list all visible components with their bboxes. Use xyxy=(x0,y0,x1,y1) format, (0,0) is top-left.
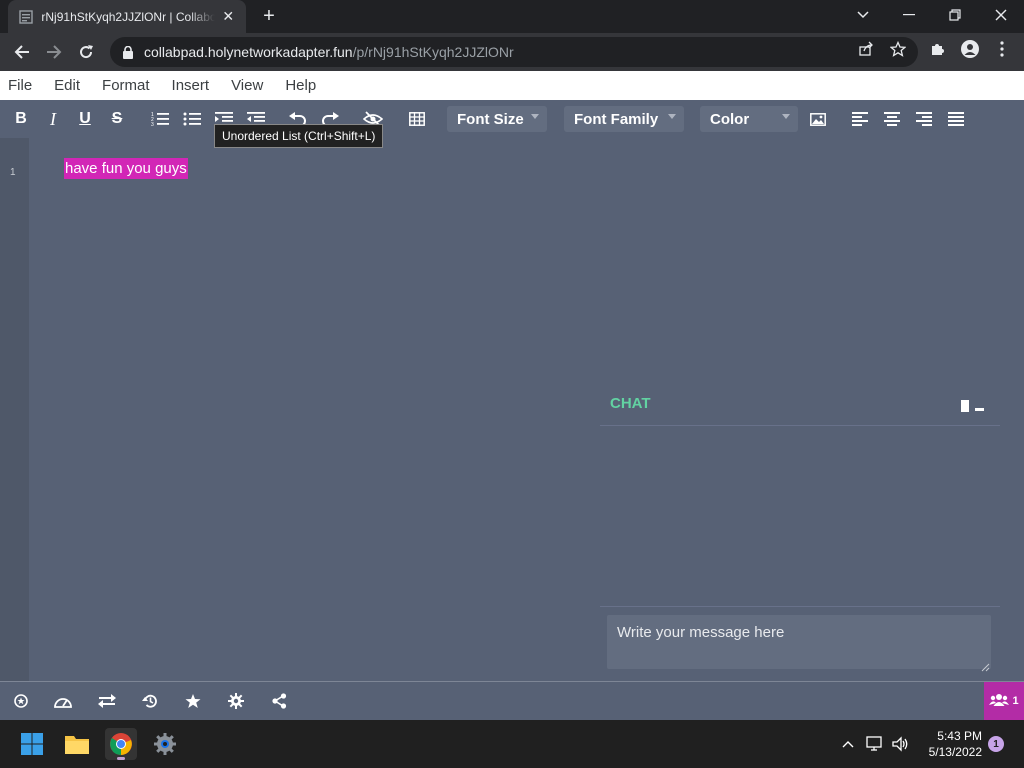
menu-view[interactable]: View xyxy=(231,77,263,94)
network-icon[interactable] xyxy=(865,734,885,754)
browser-menu-icon[interactable] xyxy=(993,40,1011,58)
tab-title: rNj91hStKyqh2JJZlONr | Collabor xyxy=(41,9,215,24)
app-menubar: File Edit Format Insert View Help xyxy=(0,71,1024,100)
chat-divider xyxy=(600,606,1000,607)
system-clock[interactable]: 5:43 PM 5/13/2022 xyxy=(918,728,982,760)
extensions-puzzle-icon[interactable] xyxy=(929,40,947,58)
settings-app-icon[interactable] xyxy=(149,728,181,760)
unordered-list-icon[interactable] xyxy=(181,108,203,130)
chat-title: CHAT xyxy=(610,395,651,412)
chat-message-input[interactable] xyxy=(607,615,991,669)
menu-file[interactable]: File xyxy=(8,77,32,94)
profile-avatar-icon[interactable] xyxy=(961,40,979,58)
url-path: /p/rNj91hStKyqh2JJZlONr xyxy=(352,44,514,60)
windows-start-icon[interactable] xyxy=(16,728,48,760)
menu-format[interactable]: Format xyxy=(102,77,150,94)
dashboard-gauge-icon[interactable] xyxy=(52,691,74,711)
underline-button[interactable]: U xyxy=(74,108,96,130)
font-family-dropdown[interactable]: Font Family xyxy=(564,106,684,132)
notification-badge[interactable]: 1 xyxy=(988,736,1004,752)
svg-text:3: 3 xyxy=(151,122,154,127)
menu-insert[interactable]: Insert xyxy=(172,77,210,94)
editor-toolbar: B I U S 123 Font Size Font Family Color xyxy=(0,100,1024,138)
font-family-label: Font Family xyxy=(574,110,659,128)
users-count: 1 xyxy=(1012,695,1019,707)
italic-button[interactable]: I xyxy=(42,108,64,130)
star-icon[interactable] xyxy=(182,691,204,711)
history-icon[interactable] xyxy=(139,691,161,711)
file-explorer-icon[interactable] xyxy=(61,728,93,760)
unordered-list-tooltip: Unordered List (Ctrl+Shift+L) xyxy=(214,124,384,148)
browser-toolbar: collabpad.holynetworkadapter.fun/p/rNj91… xyxy=(0,33,1024,71)
color-label: Color xyxy=(710,110,750,128)
windows-taskbar: 5:43 PM 5/13/2022 xyxy=(0,720,1024,768)
forward-arrow-icon[interactable] xyxy=(40,38,68,66)
users-icon xyxy=(989,693,1010,710)
chat-stick-icon[interactable] xyxy=(961,399,969,417)
browser-tab[interactable]: rNj91hStKyqh2JJZlONr | Collabor ✕ xyxy=(8,0,246,33)
font-size-dropdown[interactable]: Font Size xyxy=(447,106,547,132)
menu-help[interactable]: Help xyxy=(285,77,316,94)
resize-handle-icon[interactable] xyxy=(980,659,990,672)
restore-window-icon[interactable] xyxy=(932,0,978,30)
share-icon[interactable] xyxy=(857,40,875,58)
import-export-icon[interactable] xyxy=(10,691,32,711)
clock-date: 5/13/2022 xyxy=(928,745,982,759)
active-app-indicator xyxy=(117,757,125,760)
address-bar[interactable]: collabpad.holynetworkadapter.fun/p/rNj91… xyxy=(110,37,918,67)
users-button[interactable]: 1 xyxy=(984,682,1024,720)
share-nodes-icon[interactable] xyxy=(268,691,290,711)
close-window-icon[interactable] xyxy=(978,0,1024,30)
bookmark-star-icon[interactable] xyxy=(889,40,907,58)
page-favicon-icon xyxy=(18,9,33,25)
line-number: 1 xyxy=(10,167,16,178)
bold-button[interactable]: B xyxy=(10,108,32,130)
settings-gear-icon[interactable] xyxy=(225,691,247,711)
minimize-window-icon[interactable] xyxy=(886,0,932,30)
align-justify-icon[interactable] xyxy=(945,108,967,130)
reload-icon[interactable] xyxy=(72,38,100,66)
align-center-icon[interactable] xyxy=(881,108,903,130)
lock-icon[interactable] xyxy=(120,44,136,60)
browser-tab-strip: rNj91hStKyqh2JJZlONr | Collabor ✕ + xyxy=(0,0,1024,33)
color-dropdown[interactable]: Color xyxy=(700,106,798,132)
chat-minimize-icon[interactable] xyxy=(975,399,984,417)
clock-time: 5:43 PM xyxy=(937,729,982,743)
line-number-gutter: 1 xyxy=(0,138,29,681)
chat-controls xyxy=(961,399,984,417)
chevron-down-icon xyxy=(531,114,539,119)
font-size-label: Font Size xyxy=(457,110,524,128)
new-tab-button[interactable]: + xyxy=(258,6,280,28)
back-arrow-icon[interactable] xyxy=(8,38,36,66)
chrome-icon[interactable] xyxy=(105,728,137,760)
menu-edit[interactable]: Edit xyxy=(54,77,80,94)
url-host: collabpad.holynetworkadapter.fun xyxy=(144,44,353,60)
table-icon[interactable] xyxy=(406,108,428,130)
chevron-up-icon[interactable] xyxy=(838,734,858,754)
chat-panel: CHAT xyxy=(600,385,1000,681)
ordered-list-icon[interactable]: 123 xyxy=(149,108,171,130)
align-left-icon[interactable] xyxy=(849,108,871,130)
align-right-icon[interactable] xyxy=(913,108,935,130)
chat-divider xyxy=(600,425,1000,426)
volume-icon[interactable] xyxy=(891,734,911,754)
highlighted-text[interactable]: have fun you guys xyxy=(64,158,188,179)
close-tab-icon[interactable]: ✕ xyxy=(221,8,236,25)
chevron-down-icon xyxy=(668,114,676,119)
tab-search-icon[interactable] xyxy=(840,0,886,30)
chevron-down-icon xyxy=(782,114,790,119)
strikethrough-button[interactable]: S xyxy=(106,108,128,130)
sync-arrows-icon[interactable] xyxy=(96,691,118,711)
insert-image-icon[interactable] xyxy=(807,108,829,130)
pad-status-bar: 1 xyxy=(0,681,1024,720)
